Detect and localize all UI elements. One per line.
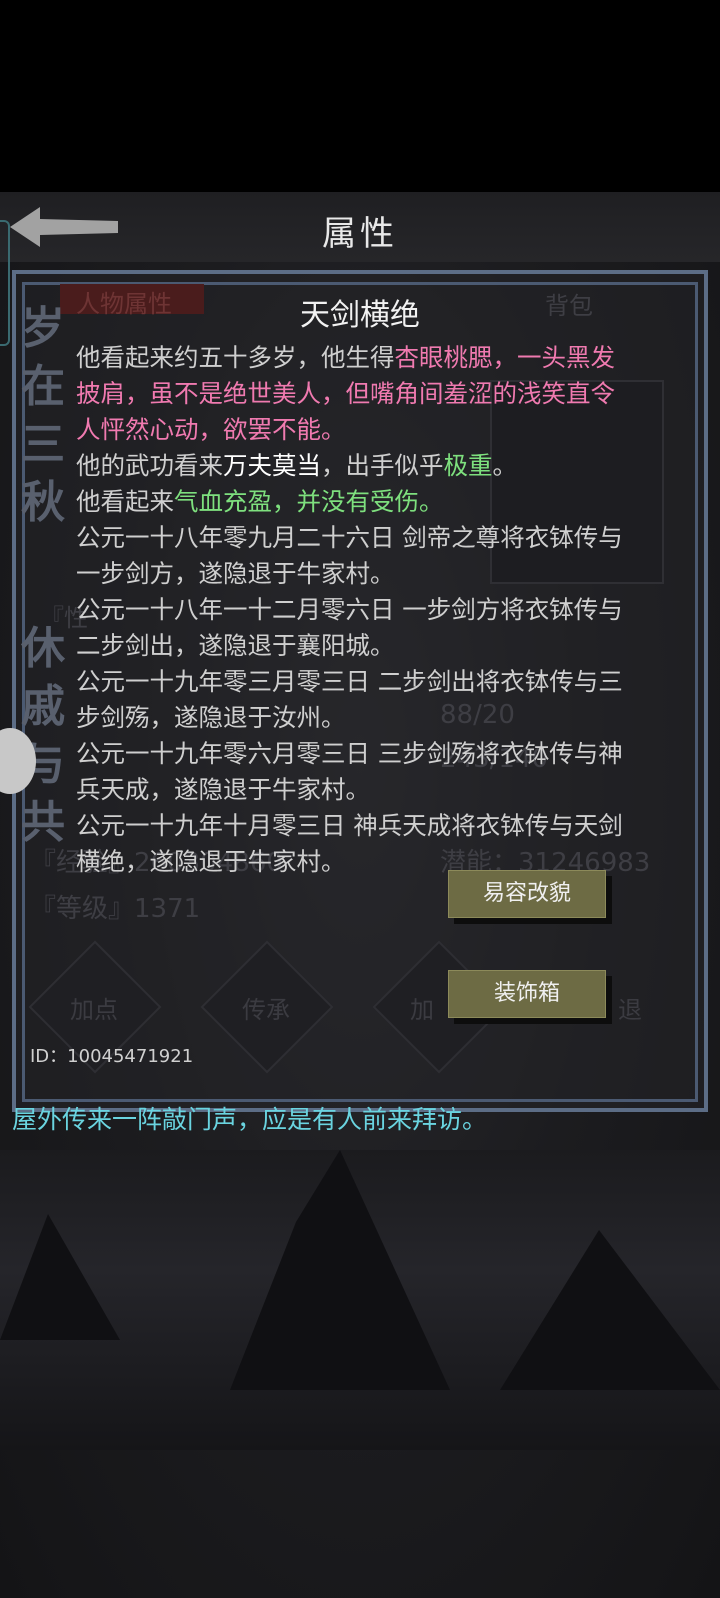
history-entry: 公元一十八年零九月二十六日 剑帝之尊将衣钵传与一步剑方，遂隐退于牛家村。 (76, 523, 623, 588)
add-points-label: 加点 (70, 996, 118, 1024)
martial-level: 万夫莫当 (223, 451, 321, 480)
disguise-button[interactable]: 易容改貌 (448, 870, 606, 918)
history-entry: 公元一十九年零六月零三日 三步剑殇将衣钵传与神兵天成，遂隐退于牛家村。 (76, 739, 623, 804)
add-label: 加 (410, 996, 434, 1024)
page-title: 属性 (322, 214, 398, 254)
martial-paragraph: 他的武功看来万夫莫当，出手似乎极重。 (76, 451, 517, 480)
decoration-box-button[interactable]: 装饰箱 (448, 970, 606, 1018)
history-entry: 公元一十九年零三月零三日 二步剑出将衣钵传与三步剑殇，遂隐退于汝州。 (76, 667, 623, 732)
stat-level: 『等级』1371 (30, 894, 201, 924)
health-paragraph: 他看起来气血充盈，并没有受伤。 (76, 487, 444, 516)
retire-label: 退 (618, 996, 642, 1024)
history-entry: 公元一十八年一十二月零六日 一步剑方将衣钵传与二步剑出，遂隐退于襄阳城。 (76, 595, 623, 660)
strike-weight: 极重 (443, 451, 493, 480)
inherit-label: 传承 (242, 996, 290, 1024)
event-notice: 屋外传来一阵敲门声，应是有人前来拜访。 (12, 1105, 488, 1134)
calligraphy-column-left: 岁 在 三 秋 (21, 303, 65, 528)
popup-title: 天剑横绝 (300, 298, 420, 333)
player-id: ID：10045471921 (30, 1046, 194, 1067)
appearance-paragraph: 他看起来约五十多岁，他生得杏眼桃腮，一头黑发披肩，虽不是绝世美人，但嘴角间羞涩的… (76, 343, 615, 444)
character-description: 他看起来约五十多岁，他生得杏眼桃腮，一头黑发披肩，虽不是绝世美人，但嘴角间羞涩的… (76, 340, 636, 880)
health-status: 气血充盈，并没有受伤。 (174, 487, 444, 516)
